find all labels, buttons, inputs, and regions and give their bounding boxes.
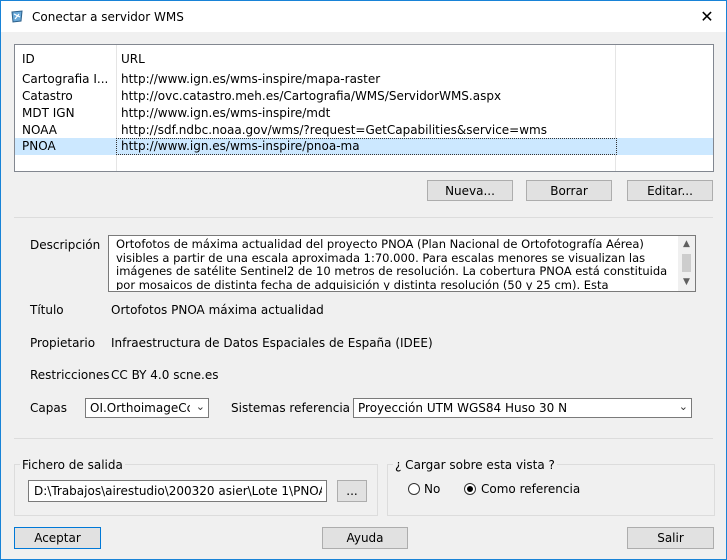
row-url: http://www.ign.es/wms-inspire/pnoa-ma — [121, 139, 360, 153]
new-button[interactable]: Nueva... — [427, 180, 513, 201]
row-id: PNOA — [22, 139, 56, 153]
description-scrollbar[interactable]: ▲ ▼ — [678, 236, 695, 291]
output-path-input[interactable]: D:\Trabajos\airestudio\200320 asier\Lote… — [28, 480, 327, 502]
restrictions-value: CC BY 4.0 scne.es — [111, 368, 219, 382]
row-url: http://www.ign.es/wms-inspire/mdt — [121, 106, 331, 120]
output-path-value: D:\Trabajos\airestudio\200320 asier\Lote… — [34, 484, 322, 498]
layers-label: Capas — [30, 401, 67, 415]
description-textarea[interactable]: Ortofotos de máxima actualidad del proye… — [108, 235, 696, 292]
crs-select[interactable]: Proyección UTM WGS84 Huso 30 N ⌄ — [353, 398, 692, 418]
edit-button[interactable]: Editar... — [627, 180, 713, 201]
list-item-selected[interactable]: PNOA http://www.ign.es/wms-inspire/pnoa-… — [15, 138, 713, 155]
browse-button[interactable]: ... — [337, 480, 367, 502]
list-item[interactable]: MDT IGN http://www.ign.es/wms-inspire/md… — [15, 105, 713, 122]
row-url: http://www.ign.es/wms-inspire/mapa-raste… — [121, 72, 381, 86]
owner-value: Infraestructura de Datos Espaciales de E… — [111, 336, 433, 350]
owner-label: Propietario — [30, 336, 96, 350]
output-label: Fichero de salida — [20, 458, 125, 472]
radio-selected-dot — [467, 486, 473, 492]
scroll-down-arrow-icon[interactable]: ▼ — [678, 274, 695, 290]
scroll-up-arrow-icon[interactable]: ▲ — [678, 236, 695, 252]
restrictions-label: Restricciones — [30, 368, 110, 382]
crs-select-value: Proyección UTM WGS84 Huso 30 N — [358, 401, 568, 415]
delete-button[interactable]: Borrar — [526, 180, 612, 201]
accept-button[interactable]: Aceptar — [14, 527, 101, 549]
radio-como-referencia[interactable] — [464, 483, 476, 495]
title-label: Título — [30, 303, 64, 317]
radio-no[interactable] — [408, 483, 420, 495]
crs-label: Sistemas referencia — [231, 401, 351, 415]
layers-select-value: OI.OrthoimageCc — [90, 401, 190, 415]
row-url: http://ovc.catastro.meh.es/Cartografia/W… — [121, 89, 502, 103]
row-id: Cartografia I... — [22, 72, 109, 86]
scroll-thumb[interactable] — [682, 254, 691, 272]
column-header-id[interactable]: ID — [22, 52, 35, 66]
column-header-url[interactable]: URL — [121, 52, 145, 66]
list-item[interactable]: Catastro http://ovc.catastro.meh.es/Cart… — [15, 88, 713, 105]
list-item[interactable]: Cartografia I... http://www.ign.es/wms-i… — [15, 71, 713, 88]
layers-select[interactable]: OI.OrthoimageCc ⌄ — [85, 398, 209, 418]
exit-button[interactable]: Salir — [627, 527, 714, 549]
row-id: NOAA — [22, 123, 57, 137]
title-bar[interactable]: Conectar a servidor WMS ✕ — [1, 1, 726, 32]
description-text: Ortofotos de máxima actualidad del proye… — [116, 238, 668, 290]
list-item[interactable]: NOAA http://sdf.ndbc.noaa.gov/wms/?reque… — [15, 122, 713, 139]
close-icon[interactable]: ✕ — [696, 7, 718, 27]
description-label: Descripción — [30, 238, 101, 252]
chevron-down-icon: ⌄ — [195, 400, 205, 413]
load-label: ¿ Cargar sobre esta vista ? — [393, 458, 557, 472]
title-value: Ortofotos PNOA máxima actualidad — [111, 303, 324, 317]
row-id: MDT IGN — [22, 106, 75, 120]
row-url: http://sdf.ndbc.noaa.gov/wms/?request=Ge… — [121, 123, 547, 137]
wms-globe-icon — [9, 9, 25, 25]
radio-como-referencia-label[interactable]: Como referencia — [481, 482, 580, 496]
row-id: Catastro — [22, 89, 73, 103]
radio-no-label[interactable]: No — [424, 482, 440, 496]
server-list[interactable]: ID URL Cartografia I... http://www.ign.e… — [14, 44, 714, 172]
help-button[interactable]: Ayuda — [322, 527, 408, 549]
dialog-window: Conectar a servidor WMS ✕ ID URL Cartogr… — [0, 0, 727, 560]
chevron-down-icon: ⌄ — [678, 400, 688, 413]
window-title: Conectar a servidor WMS — [32, 10, 184, 24]
